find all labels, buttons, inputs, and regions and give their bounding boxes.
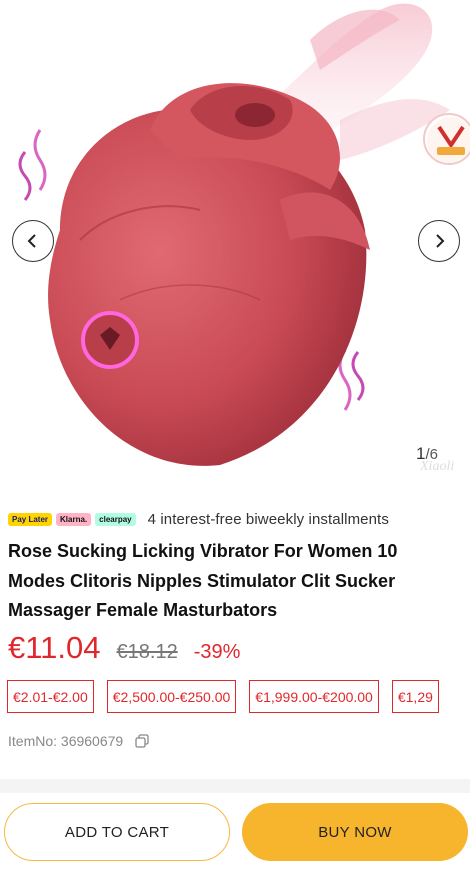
item-number: ItemNo: 36960679 bbox=[8, 733, 149, 749]
price-row: €11.04 €18.12 -39% bbox=[8, 630, 240, 666]
price-tier-list: €2.01-€2.00 €2,500.00-€250.00 €1,999.00-… bbox=[7, 680, 470, 714]
price-tier-chip[interactable]: €1,29 bbox=[391, 680, 439, 713]
copy-icon[interactable] bbox=[135, 734, 149, 748]
image-counter-total: /6 bbox=[425, 446, 438, 463]
brand-badge-logo bbox=[423, 113, 470, 165]
klarna-logo: Klarna. bbox=[56, 512, 92, 526]
price-tier-chip[interactable]: €1,999.00-€200.00 bbox=[249, 680, 379, 713]
item-number-text: ItemNo: 36960679 bbox=[8, 733, 124, 749]
price-tier-chip[interactable]: €2,500.00-€250.00 bbox=[106, 680, 237, 713]
product-title-line: Massager Female Masturbators bbox=[8, 600, 278, 620]
current-price: €11.04 bbox=[8, 630, 101, 665]
bottom-action-bar: ADD TO CART BUY NOW bbox=[0, 793, 470, 869]
product-image: Xiaoli bbox=[18, 3, 454, 474]
next-image-button[interactable] bbox=[418, 220, 460, 262]
add-to-cart-button[interactable]: ADD TO CART bbox=[4, 803, 230, 861]
chevron-left-icon bbox=[27, 234, 36, 248]
prev-image-button[interactable] bbox=[12, 220, 54, 262]
installment-row[interactable]: Pay Later Klarna. clearpay 4 interest-fr… bbox=[8, 508, 389, 530]
section-divider bbox=[0, 779, 470, 793]
product-title-line: Modes Clitoris Nipples Stimulator Clit S… bbox=[8, 570, 396, 591]
image-counter: 1/6 bbox=[416, 444, 438, 464]
product-title-line: Rose Sucking Licking Vibrator For Women … bbox=[8, 541, 398, 561]
clearpay-logo: clearpay bbox=[95, 512, 136, 526]
buy-now-button[interactable]: BUY NOW bbox=[242, 803, 468, 861]
chevron-right-icon bbox=[436, 234, 445, 248]
price-tier-chip[interactable]: €2.01-€2.00 bbox=[7, 680, 94, 713]
original-price: €18.12 bbox=[116, 641, 178, 663]
paylater-logo: Pay Later bbox=[8, 512, 53, 526]
installment-text: 4 interest-free biweekly installments bbox=[147, 510, 389, 528]
product-title: Rose Sucking Licking Vibrator For Women … bbox=[8, 537, 463, 626]
product-image-gallery[interactable]: Xiaoli 1/6 bbox=[0, 0, 470, 482]
discount-badge: -39% bbox=[193, 641, 241, 663]
